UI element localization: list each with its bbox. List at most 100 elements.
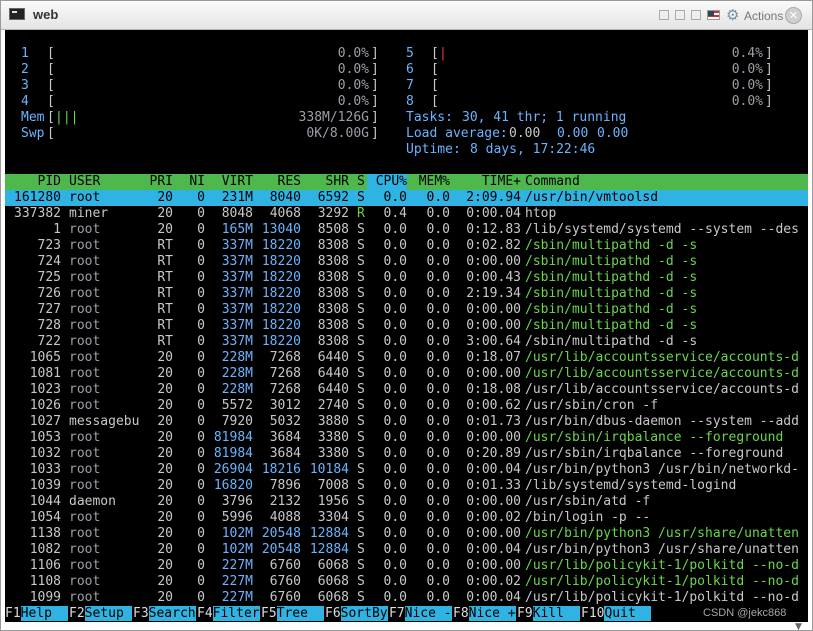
restore-icon[interactable] xyxy=(659,10,669,20)
column-header-res[interactable]: RES xyxy=(253,174,301,190)
close-icon[interactable]: ✕ xyxy=(785,7,802,24)
title-bar[interactable]: web ⚙ Actions ✕ xyxy=(1,1,812,30)
column-header-pid[interactable]: PID xyxy=(5,174,61,190)
cell-cpu: 0.0 xyxy=(383,590,407,605)
cell-mem: 0.0 xyxy=(426,574,450,589)
fkey-f7[interactable]: F7Nice - xyxy=(389,605,452,622)
column-header-shr[interactable]: SHR xyxy=(301,174,349,190)
cell-cmd: /usr/sbin/atd -f xyxy=(525,494,651,509)
meter-bracket: [ xyxy=(431,62,439,77)
cell-s: S xyxy=(357,382,365,397)
process-row[interactable]: 337382 miner 20 0 8048 4068 3292 R 0.4 0.0 0:00.04… xyxy=(5,206,808,222)
fkey-f5[interactable]: F5Tree xyxy=(261,605,324,622)
process-row[interactable]: 725 root RT 0 337M 18220 8308 S 0.0 0.0 0:00.43/sb… xyxy=(5,270,808,286)
meter-bracket: ] xyxy=(371,46,379,61)
process-row[interactable]: 1 root 20 0 165M 13040 8508 S 0.0 0.0 0:12.83/lib/… xyxy=(5,222,808,238)
fkey-f8[interactable]: F8Nice + xyxy=(453,605,516,622)
column-header-user[interactable]: USER xyxy=(69,174,100,190)
cell-cpu: 0.4 xyxy=(383,206,407,221)
process-row[interactable]: 1027 messagebu 20 0 7920 5032 3880 S 0.0 0.0 0:01.… xyxy=(5,414,808,430)
fkey-f10[interactable]: F10Quit xyxy=(581,605,652,622)
process-row[interactable]: 722 root RT 0 337M 18220 8308 S 0.0 0.0 3:00.64/sb… xyxy=(5,334,808,350)
cell-pid: 1032 xyxy=(29,446,61,461)
uptime-meter: Uptime: 8 days, 17:22:46 xyxy=(5,142,808,158)
cell-pri: 20 xyxy=(157,414,173,429)
cell-cpu: 0.0 xyxy=(383,526,407,541)
cell-cpu: 0.0 xyxy=(383,398,407,413)
cell-virt: 3796 xyxy=(221,494,253,509)
fkey-f2[interactable]: F2Setup xyxy=(69,605,132,622)
cell-ni: 0 xyxy=(197,254,205,269)
function-key-bar: F1Help F2Setup F3Search F4Filter F5Tree F6… xyxy=(5,605,808,622)
resize-grip-icon[interactable]: ▼ xyxy=(795,622,802,630)
cell-user: root xyxy=(69,254,101,269)
cell-user: root xyxy=(69,366,101,381)
fkey-label: Nice + xyxy=(468,606,516,621)
fkey-f3[interactable]: F3Search xyxy=(133,605,196,622)
process-row[interactable]: 1032 root 20 0 81984 3684 3380 S 0.0 0.0 0:20.89/u… xyxy=(5,446,808,462)
cell-user: root xyxy=(69,398,101,413)
cell-ni: 0 xyxy=(197,286,205,301)
minimize-icon[interactable] xyxy=(675,10,685,20)
meter-bracket: [ xyxy=(47,110,55,125)
cell-ni: 0 xyxy=(197,478,205,493)
meter-bracket: ] xyxy=(371,110,379,125)
fkey-f9[interactable]: F9Kill xyxy=(517,605,580,622)
process-row[interactable]: 728 root RT 0 337M 18220 8308 S 0.0 0.0 0:00.00/sb… xyxy=(5,318,808,334)
gear-icon[interactable]: ⚙ xyxy=(726,6,739,24)
cell-user: root xyxy=(69,446,101,461)
cell-s: S xyxy=(357,414,365,429)
fkey-f1[interactable]: F1Help xyxy=(5,605,68,622)
process-row[interactable]: 726 root RT 0 337M 18220 8308 S 0.0 0.0 2:19.34/sb… xyxy=(5,286,808,302)
process-row[interactable]: 1065 root 20 0 228M 7268 6440 S 0.0 0.0 0:18.07/us… xyxy=(5,350,808,366)
process-row[interactable]: 161280 root 20 0 231M 8040 6592 S 0.0 0.0 2:09.94 /… xyxy=(5,190,808,206)
column-header-cmd[interactable]: Command xyxy=(525,174,580,190)
process-row[interactable]: 1138 root 20 0 102M 20548 12884 S 0.0 0.0 0:00.00 /… xyxy=(5,526,808,542)
process-row[interactable]: 1054 root 20 0 5996 4088 3304 S 0.0 0.0 0:00.02/bi… xyxy=(5,510,808,526)
load-5min: 0.00 xyxy=(557,126,589,141)
process-row[interactable]: 1099 root 20 0 227M 6760 6068 S 0.0 0.0 0:00.04/us… xyxy=(5,590,808,606)
column-header-virt[interactable]: VIRT xyxy=(205,174,253,190)
cell-cmd: /lib/systemd/systemd-logind xyxy=(525,478,737,493)
cell-pri: 20 xyxy=(157,542,173,557)
column-header-s[interactable]: S xyxy=(357,174,365,190)
us-flag-icon[interactable] xyxy=(707,10,720,20)
process-row[interactable]: 1106 root 20 0 227M 6760 6068 S 0.0 0.0 0:00.00/us… xyxy=(5,558,808,574)
cpu-number: 6 xyxy=(406,62,414,77)
cell-s: S xyxy=(357,558,365,573)
process-row[interactable]: 1108 root 20 0 227M 6760 6068 S 0.0 0.0 0:00.02/us… xyxy=(5,574,808,590)
process-row[interactable]: 723 root RT 0 337M 18220 8308 S 0.0 0.0 0:02.82/sb… xyxy=(5,238,808,254)
column-header-pri[interactable]: PRI xyxy=(141,174,173,190)
column-header-cpu[interactable]: CPU% xyxy=(367,174,407,190)
cell-res: 4068 xyxy=(269,206,301,221)
process-row[interactable]: 1023 root 20 0 228M 7268 6440 S 0.0 0.0 0:18.08/us… xyxy=(5,382,808,398)
mem-label: Mem xyxy=(21,110,45,125)
process-row[interactable]: 1033 root 20 0 26904 18216 10184 S 0.0 0.0 0:00.04… xyxy=(5,462,808,478)
window-title: web xyxy=(33,7,59,22)
cell-ni: 0 xyxy=(197,238,205,253)
cell-shr: 8308 xyxy=(317,318,349,333)
column-header-ni[interactable]: NI xyxy=(173,174,205,190)
cell-pri: 20 xyxy=(157,494,173,509)
cell-ni: 0 xyxy=(197,382,205,397)
process-row[interactable]: 1081 root 20 0 228M 7268 6440 S 0.0 0.0 0:00.00/us… xyxy=(5,366,808,382)
process-row[interactable]: 1082 root 20 0 102M 20548 12884 S 0.0 0.0 0:00.04 /… xyxy=(5,542,808,558)
cpu-number: 3 xyxy=(21,78,29,93)
column-header-time[interactable]: TIME+ xyxy=(457,174,521,190)
process-row[interactable]: 724 root RT 0 337M 18220 8308 S 0.0 0.0 0:00.00/sb… xyxy=(5,254,808,270)
column-header-mem[interactable]: MEM% xyxy=(410,174,450,190)
column-header-row[interactable]: PID USER PRI NI VIRT RES SHR S CPU% MEM% TIME+ Comm… xyxy=(5,174,808,190)
cell-time: 0:20.89 xyxy=(466,446,521,461)
process-row[interactable]: 1053 root 20 0 81984 3684 3380 S 0.0 0.0 0:00.00/u… xyxy=(5,430,808,446)
htop-terminal[interactable]: 1[0.0%] 2[0.0%] 3[0.0%] 4[0.0%] 5[| 0.4%] 6[0.… xyxy=(5,30,808,622)
fkey-f6[interactable]: F6SortBy xyxy=(325,605,388,622)
process-row[interactable]: 727 root RT 0 337M 18220 8308 S 0.0 0.0 0:00.00/sb… xyxy=(5,302,808,318)
process-row[interactable]: 1026 root 20 0 5572 3012 2740 S 0.0 0.0 0:00.62/us… xyxy=(5,398,808,414)
maximize-icon[interactable] xyxy=(691,10,701,20)
process-row[interactable]: 1039 root 20 0 16820 7896 7008 S 0.0 0.0 0:01.33/l… xyxy=(5,478,808,494)
fkey-f4[interactable]: F4Filter xyxy=(197,605,260,622)
cell-ni: 0 xyxy=(197,462,205,477)
cell-ni: 0 xyxy=(197,222,205,237)
actions-menu[interactable]: Actions xyxy=(744,9,783,23)
process-row[interactable]: 1044 daemon 20 0 3796 2132 1956 S 0.0 0.0 0:00.00 /… xyxy=(5,494,808,510)
